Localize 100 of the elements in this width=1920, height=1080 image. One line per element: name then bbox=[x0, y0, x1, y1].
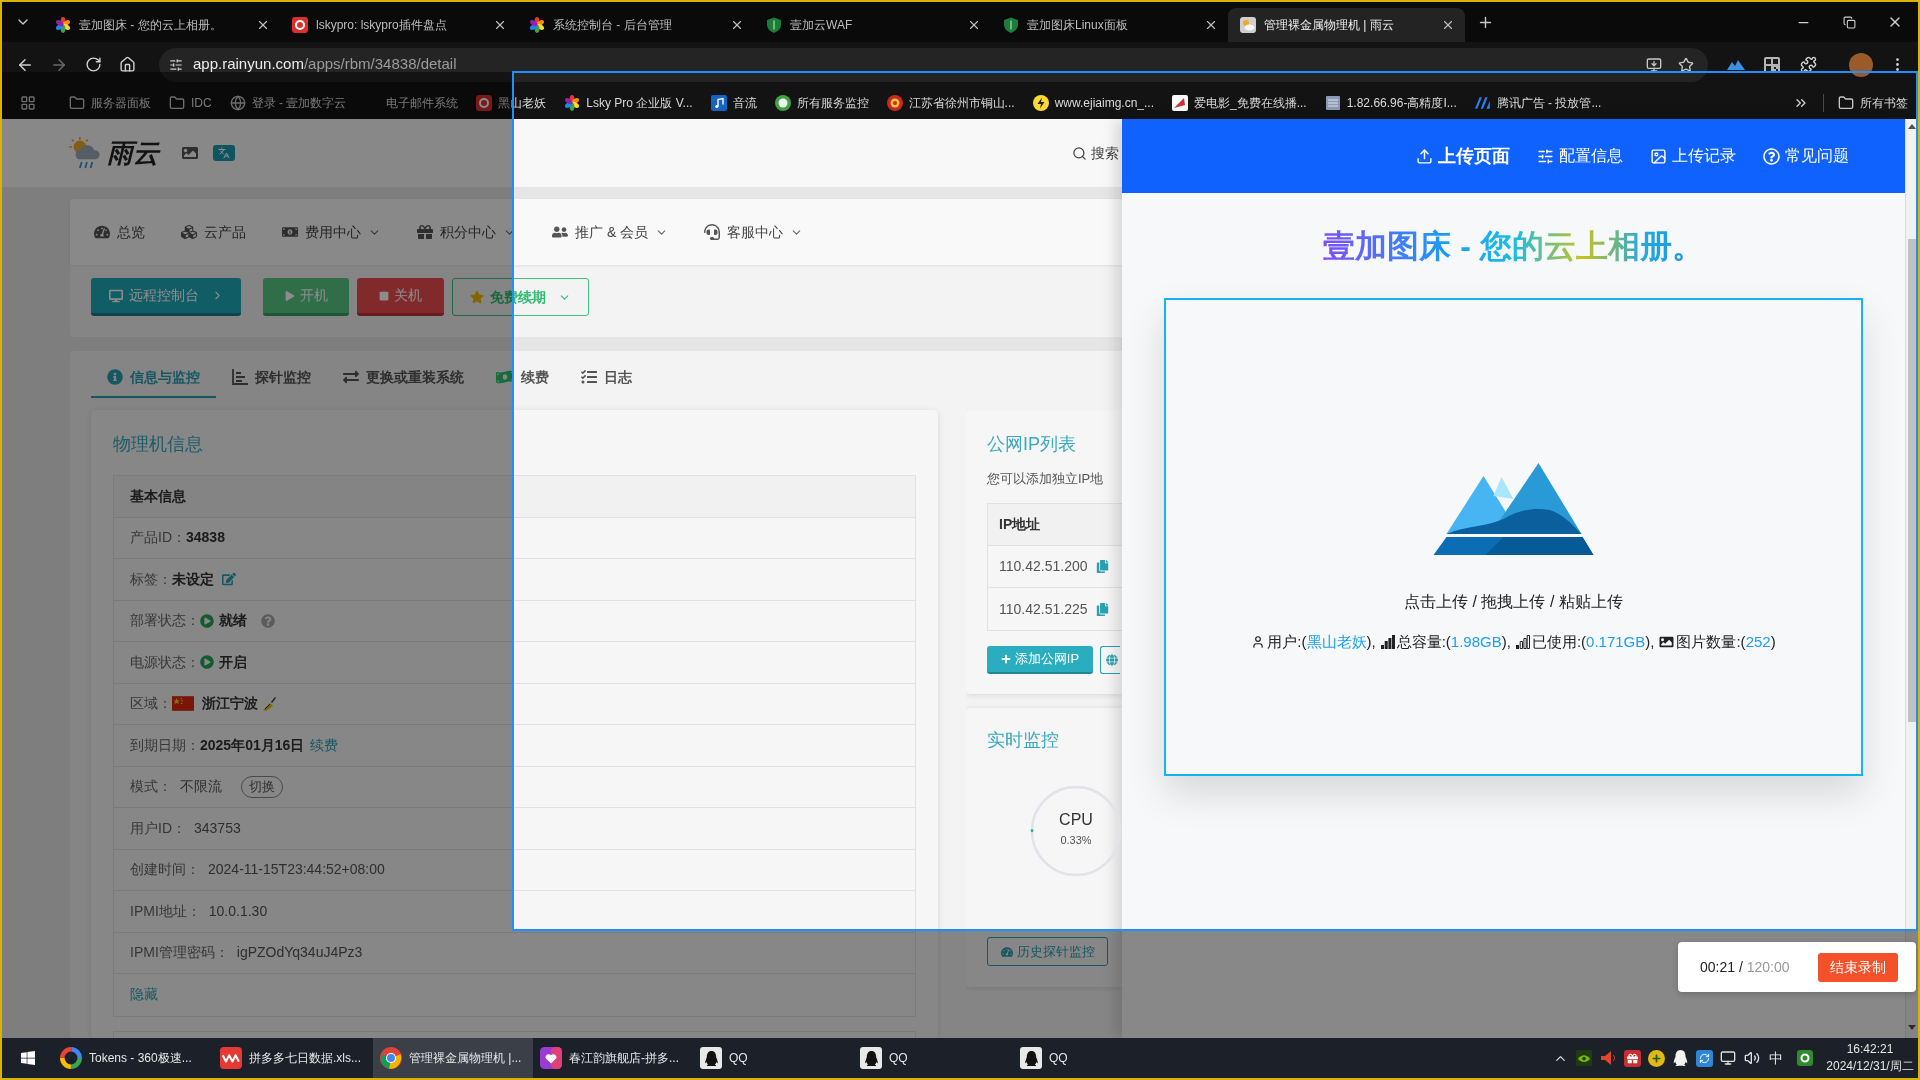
browser-tab[interactable]: 壹加图床Linux面板 bbox=[991, 8, 1228, 42]
bookmark-item[interactable]: 所有服务监控 bbox=[767, 90, 876, 116]
site-info-icon[interactable] bbox=[169, 57, 183, 72]
bookmark-item[interactable]: Lsky Pro 企业版 V... bbox=[557, 90, 700, 116]
restore-icon[interactable] bbox=[1842, 15, 1856, 29]
panel-tab[interactable]: 常见问题 bbox=[1763, 144, 1849, 168]
taskbar-item[interactable]: 拼多多七日数据.xls... bbox=[213, 1038, 373, 1078]
nav-menu-item[interactable]: 费用中心 bbox=[282, 221, 381, 243]
pinwheel-icon bbox=[529, 17, 545, 33]
gift-icon[interactable] bbox=[1623, 1049, 1641, 1067]
nav-menu-item[interactable]: 客服中心 bbox=[704, 221, 804, 243]
info-icon bbox=[107, 369, 123, 385]
image-icon[interactable] bbox=[181, 145, 199, 161]
speaker-icon[interactable] bbox=[1600, 1050, 1616, 1066]
field-label: IPMI地址： bbox=[130, 901, 201, 921]
bookmark-item[interactable]: 电子邮件系统 bbox=[357, 90, 466, 116]
nav-menu-item[interactable]: 云产品 bbox=[181, 221, 246, 243]
emblem-icon bbox=[886, 95, 903, 111]
column-header: IP地址 bbox=[999, 515, 1041, 534]
taskbar-item[interactable]: 管理裸金属物理机 |... bbox=[373, 1038, 533, 1078]
field-label: 标签： bbox=[130, 569, 172, 589]
field-label: 产品ID： bbox=[130, 528, 186, 548]
field-value: 2025年01月16日 bbox=[200, 735, 305, 755]
copy-icon[interactable] bbox=[1095, 560, 1109, 573]
taskbar-item[interactable]: QQ bbox=[693, 1038, 853, 1078]
home-icon[interactable] bbox=[118, 56, 136, 73]
browser-tab[interactable]: lskypro: lskypro插件盘点 bbox=[280, 8, 517, 42]
close-tab-icon[interactable] bbox=[967, 18, 981, 32]
search-button[interactable]: 搜索 bbox=[1072, 142, 1119, 164]
globe-button[interactable] bbox=[1100, 646, 1120, 674]
tile-logo-icon[interactable] bbox=[1797, 1050, 1813, 1066]
bookmark-item[interactable]: 服务器面板 bbox=[62, 90, 158, 116]
puzzle-icon[interactable] bbox=[1799, 56, 1817, 73]
checklist-icon bbox=[581, 369, 597, 385]
bookmark-item[interactable]: 1.82.66.96-高精度I... bbox=[1317, 90, 1464, 116]
panel-tab[interactable]: 上传页面 bbox=[1416, 142, 1510, 170]
address-bar[interactable]: app.rainyun.com/apps/rbm/34838/detail bbox=[159, 47, 1708, 82]
network-icon[interactable] bbox=[1720, 1050, 1736, 1066]
mountains-icon bbox=[1433, 463, 1594, 555]
bookmark-item[interactable]: 江苏省徐州市铜山... bbox=[879, 90, 1022, 116]
bookmark-item[interactable]: 登录 - 壹加数字云 bbox=[222, 90, 354, 116]
mountains-icon[interactable] bbox=[1727, 59, 1745, 70]
panel-tab[interactable]: 配置信息 bbox=[1537, 144, 1623, 168]
ip-address-text: 110.42.51.200 bbox=[999, 557, 1088, 576]
detail-tab[interactable]: 更换或重装系统 bbox=[327, 358, 480, 398]
close-tab-icon[interactable] bbox=[1441, 18, 1455, 32]
scrollbar-thumb[interactable] bbox=[1907, 239, 1917, 722]
stat-text: 已使用:(0.171GB), bbox=[1531, 632, 1655, 652]
gift-icon bbox=[417, 224, 433, 240]
browser-tab[interactable]: 壹加图床 - 您的云上相册。 bbox=[43, 8, 280, 42]
close-tab-icon[interactable] bbox=[493, 18, 507, 32]
upload-hint: 点击上传 / 拖拽上传 / 粘贴上传 bbox=[1404, 592, 1623, 612]
close-tab-icon[interactable] bbox=[256, 18, 270, 32]
reload-icon[interactable] bbox=[84, 56, 102, 73]
upload-drop-zone[interactable]: 点击上传 / 拖拽上传 / 粘贴上传 用户:(黑山老妖), 总容量:(1.98GB), 已使用:(0.171GB), 图片数量:(252) bbox=[1164, 298, 1863, 776]
server-icon bbox=[1324, 95, 1341, 111]
nav-menu-item[interactable]: 积分中心 bbox=[417, 221, 516, 243]
stop-icon bbox=[379, 290, 389, 301]
field-value: 未设定 bbox=[172, 569, 214, 589]
logo-text: 雨云 bbox=[107, 136, 159, 170]
stat-text: 总容量:(1.98GB), bbox=[1396, 632, 1511, 652]
taskbar-item[interactable]: QQ bbox=[853, 1038, 1013, 1078]
bookmark-item[interactable]: 爱电影_免费在线播... bbox=[1165, 90, 1314, 116]
copy-icon[interactable] bbox=[1095, 602, 1109, 616]
detail-tab[interactable]: 日志 bbox=[565, 358, 648, 398]
taskbar-item[interactable]: 春江韵旗舰店-拼多... bbox=[533, 1038, 693, 1078]
sync-icon[interactable] bbox=[1695, 1049, 1713, 1067]
browser-tab[interactable]: 管理裸金属物理机 | 雨云 bbox=[1228, 8, 1465, 42]
penguin-icon[interactable] bbox=[1672, 1050, 1688, 1066]
close-tab-icon[interactable] bbox=[730, 18, 744, 32]
bookmark-item[interactable]: www.ejiaimg.cn_... bbox=[1025, 90, 1161, 116]
avatar-icon[interactable] bbox=[1849, 52, 1873, 77]
browser-tab[interactable]: 壹加云WAF bbox=[754, 8, 991, 42]
scroll-down-icon[interactable] bbox=[1908, 1025, 1916, 1030]
browser-tab[interactable]: 系统控制台 - 后台管理 bbox=[517, 8, 754, 42]
volume-icon[interactable] bbox=[1744, 1050, 1760, 1066]
field-value: 34838 bbox=[186, 528, 225, 548]
pinwheel-icon bbox=[55, 17, 71, 33]
nav-menu-item[interactable]: 推广 & 会员 bbox=[552, 221, 669, 243]
translate-icon[interactable] bbox=[213, 145, 235, 161]
scroll-up-icon[interactable] bbox=[1908, 124, 1916, 129]
bookmark-item[interactable]: 腾讯广告 - 投放管... bbox=[1467, 90, 1609, 116]
taskbar-item[interactable]: QQ bbox=[1013, 1038, 1173, 1078]
bookmark-item[interactable]: 音流 bbox=[703, 90, 764, 116]
eye-logo-icon[interactable] bbox=[1576, 1050, 1592, 1066]
all-bookmarks-item[interactable]: 所有书签 bbox=[1838, 94, 1908, 112]
field-value: 开启 bbox=[219, 652, 247, 672]
bookmark-star-icon[interactable] bbox=[1678, 56, 1694, 73]
install-app-icon[interactable] bbox=[1646, 56, 1662, 73]
apps-grid-icon[interactable] bbox=[20, 95, 36, 111]
panel-tab[interactable]: 上传记录 bbox=[1650, 144, 1736, 168]
nav-menu-item[interactable]: 总览 bbox=[94, 221, 145, 243]
taskbar-item[interactable]: Tokens - 360极速... bbox=[53, 1038, 213, 1078]
detail-tab[interactable]: 探针监控 bbox=[216, 358, 327, 398]
search-icon bbox=[1072, 145, 1087, 161]
detail-tab[interactable]: 续费 bbox=[480, 358, 565, 398]
bookmark-item[interactable]: IDC bbox=[162, 90, 219, 116]
ime-indicator[interactable]: 中 bbox=[1769, 1047, 1783, 1069]
close-tab-icon[interactable] bbox=[1204, 18, 1218, 32]
qr-code-icon[interactable] bbox=[1764, 56, 1780, 73]
